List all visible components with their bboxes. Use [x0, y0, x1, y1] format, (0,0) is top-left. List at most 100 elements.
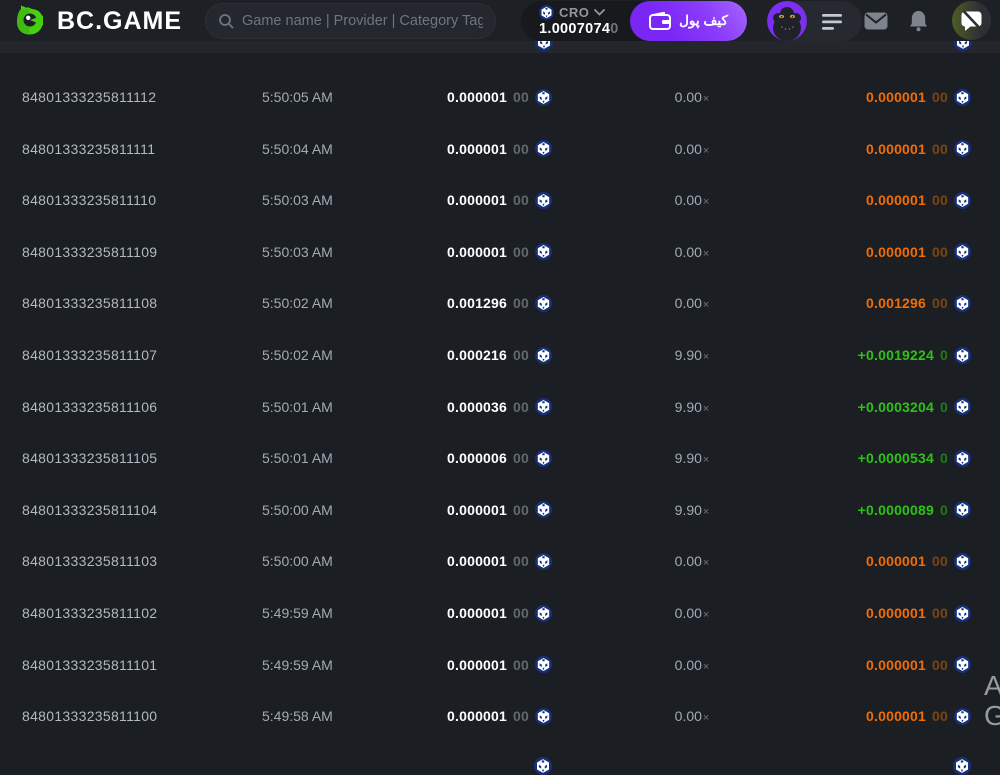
bet-time: 5:50:00 AM: [262, 501, 333, 518]
bet-time: 5:50:00 AM: [262, 553, 333, 570]
bet-id: 84801333235811102: [22, 605, 158, 621]
bet-multiplier: 0.00×: [674, 708, 710, 725]
edge-cutoff-text: A G: [984, 671, 1000, 733]
wallet-icon: [649, 12, 672, 30]
bet-time: 5:49:59 AM: [262, 605, 333, 621]
table-row[interactable]: 84801333235811112 5:50:05 AM 0.000001 00 0.…: [0, 71, 1000, 123]
cro-coin-icon: [535, 294, 552, 312]
cro-coin-icon: [535, 398, 552, 416]
bet-multiplier: 0.00×: [674, 89, 710, 105]
cro-coin-icon: [954, 656, 971, 674]
cutoff-row-strip: [0, 41, 1000, 53]
table-row[interactable]: 84801333235811108 5:50:02 AM 0.001296 00 0.…: [0, 277, 1000, 329]
table-row[interactable]: 84801333235811106 5:50:01 AM 0.000036 00 9.…: [0, 381, 1000, 433]
table-row[interactable]: 84801333235811101 5:49:59 AM 0.000001 00 0.…: [0, 639, 1000, 691]
bet-payout: 0.000001 00: [866, 707, 971, 725]
bet-payout: +0.0003204 0: [858, 398, 971, 416]
bcgame-logo-icon: [17, 5, 43, 35]
cro-coin-icon: [954, 41, 972, 51]
bet-id: 84801333235811101: [22, 656, 158, 673]
bet-payout: +0.0000089 0: [858, 501, 971, 519]
table-row[interactable]: 84801333235811104 5:50:00 AM 0.000001 00 9.…: [0, 484, 1000, 536]
cro-coin-icon: [534, 757, 552, 775]
cro-coin-icon: [954, 552, 971, 570]
cro-coin-icon: [954, 191, 971, 209]
cro-coin-icon: [535, 656, 552, 674]
cro-coin-icon: [535, 346, 552, 364]
bet-id: 84801333235811107: [22, 347, 158, 363]
bet-id: 84801333235811104: [22, 501, 158, 518]
edge-letter: A: [984, 671, 1000, 701]
cro-coin-icon: [535, 41, 553, 51]
cro-coin-icon: [535, 449, 552, 467]
avatar: [767, 1, 807, 41]
chat-toggle-button[interactable]: [952, 1, 991, 40]
cro-coin-icon: [535, 88, 552, 106]
wallet-button[interactable]: کیف پول: [630, 1, 747, 41]
bet-payout: +0.0000534 0: [858, 449, 971, 467]
currency-selector[interactable]: CRO 1.00070740: [539, 3, 619, 37]
chevron-down-icon: [594, 8, 606, 16]
table-row[interactable]: 84801333235811110 5:50:03 AM 0.000001 00 0.…: [0, 174, 1000, 226]
bet-multiplier: 9.90×: [674, 347, 710, 363]
bet-id: 84801333235811105: [22, 450, 158, 467]
bet-payout: 0.000001 00: [866, 88, 971, 106]
bet-id: 84801333235811108: [22, 295, 158, 312]
bet-payout: 0.000001 00: [866, 140, 971, 158]
bet-multiplier: 9.90×: [674, 398, 710, 415]
cro-coin-icon: [539, 4, 554, 20]
bet-multiplier: 0.00×: [674, 140, 710, 157]
game-search: [205, 3, 496, 39]
table-row[interactable]: 84801333235811102 5:49:59 AM 0.000001 00 0.…: [0, 587, 1000, 639]
bet-time: 5:50:01 AM: [262, 450, 333, 467]
bet-time: 5:50:04 AM: [262, 140, 333, 157]
messages-button[interactable]: [864, 0, 888, 41]
top-navbar: BC.GAME CRO 1.00070740: [0, 0, 1000, 41]
table-row[interactable]: 84801333235811107 5:50:02 AM 0.000216 00 9.…: [0, 329, 1000, 381]
table-row[interactable]: 84801333235811100 5:49:58 AM 0.000001 00 0.…: [0, 690, 1000, 742]
table-row[interactable]: 84801333235811111 5:50:04 AM 0.000001 00 0.…: [0, 123, 1000, 175]
bet-amount: 0.000001 00: [447, 707, 552, 725]
bet-amount: 0.000001 00: [447, 243, 552, 261]
cro-coin-icon: [535, 707, 552, 725]
bet-history-table: 84801333235811112 5:50:05 AM 0.000001 00 0.…: [0, 0, 1000, 761]
bet-multiplier: 0.00×: [674, 605, 710, 621]
bet-time: 5:50:05 AM: [262, 89, 333, 105]
bet-time: 5:50:02 AM: [262, 347, 333, 363]
bet-multiplier: 0.00×: [674, 243, 710, 260]
cro-coin-icon: [954, 140, 971, 158]
search-input[interactable]: [242, 13, 483, 29]
bet-id: 84801333235811110: [22, 192, 157, 209]
bet-payout: 0.000001 00: [866, 191, 971, 209]
bet-amount: 0.000001 00: [447, 88, 552, 106]
cro-coin-icon: [535, 140, 552, 158]
bet-payout: 0.000001 00: [866, 243, 971, 261]
bet-multiplier: 9.90×: [674, 501, 710, 518]
brand-title: BC.GAME: [57, 6, 183, 35]
edge-letter: G: [984, 700, 1000, 731]
profile-menu[interactable]: [767, 1, 862, 41]
notifications-button[interactable]: [908, 0, 929, 41]
bet-payout: 0.000001 00: [866, 604, 971, 622]
wallet-button-label: کیف پول: [679, 13, 728, 28]
cro-coin-icon: [954, 501, 971, 519]
cro-coin-icon: [954, 707, 971, 725]
bet-amount: 0.000001 00: [447, 656, 552, 674]
table-row[interactable]: 84801333235811103 5:50:00 AM 0.000001 00 0.…: [0, 535, 1000, 587]
bet-id: 84801333235811103: [22, 553, 158, 570]
cro-coin-icon: [953, 757, 971, 775]
chat-disabled-icon: [961, 10, 982, 31]
table-row[interactable]: 84801333235811105 5:50:01 AM 0.000006 00 9.…: [0, 432, 1000, 484]
bet-multiplier: 0.00×: [674, 295, 710, 312]
table-row[interactable]: 84801333235811109 5:50:03 AM 0.000001 00 0.…: [0, 226, 1000, 278]
bet-amount: 0.000001 00: [447, 191, 552, 209]
bell-icon: [910, 10, 927, 31]
mail-icon: [864, 12, 888, 29]
cro-coin-icon: [954, 294, 971, 312]
cro-coin-icon: [535, 604, 552, 622]
cro-coin-icon: [535, 191, 552, 209]
search-icon: [219, 14, 234, 29]
bet-time: 5:49:58 AM: [262, 708, 333, 725]
bet-id: 84801333235811112: [22, 89, 157, 105]
bcgame-logo[interactable]: BC.GAME: [13, 3, 182, 39]
